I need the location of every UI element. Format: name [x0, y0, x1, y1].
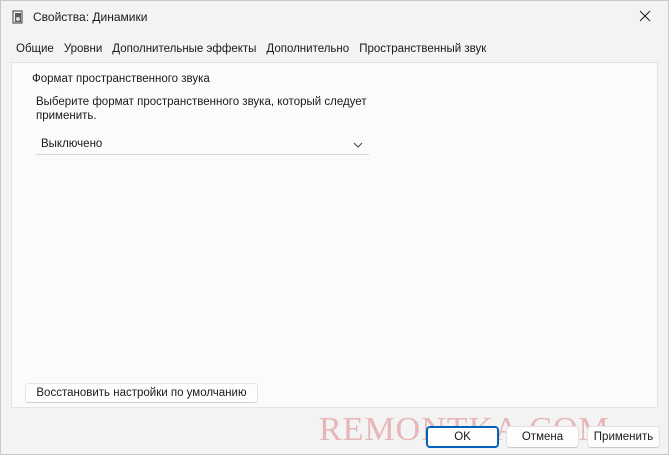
format-description: Выберите формат пространственного звука,…: [36, 96, 367, 122]
spatial-format-dropdown[interactable]: Выключено: [36, 134, 369, 155]
dialog-window: Свойства: Динамики Общие Уровни Дополнит…: [0, 0, 669, 455]
spatial-sound-panel: Формат пространственного звука Выберите …: [11, 62, 658, 408]
apply-button[interactable]: Применить: [587, 426, 660, 448]
window-title: Свойства: Динамики: [33, 10, 148, 24]
tab-levels[interactable]: Уровни: [59, 41, 107, 61]
title-bar[interactable]: Свойства: Динамики: [1, 1, 668, 33]
close-icon: [639, 10, 651, 25]
tab-spatial-sound[interactable]: Пространственный звук: [354, 41, 491, 61]
tab-bar: Общие Уровни Дополнительные эффекты Допо…: [11, 41, 491, 61]
ok-button[interactable]: OK: [426, 426, 499, 448]
dropdown-value: Выключено: [41, 138, 103, 150]
tab-advanced[interactable]: Дополнительно: [261, 41, 354, 61]
tab-general[interactable]: Общие: [11, 41, 59, 61]
restore-defaults-button[interactable]: Восстановить настройки по умолчанию: [25, 383, 258, 403]
speaker-icon: [11, 10, 25, 24]
group-title: Формат пространственного звука: [32, 73, 210, 85]
cancel-button[interactable]: Отмена: [506, 426, 579, 448]
tab-enhancements[interactable]: Дополнительные эффекты: [107, 41, 261, 61]
close-button[interactable]: [622, 1, 668, 33]
chevron-down-icon: [353, 140, 363, 148]
